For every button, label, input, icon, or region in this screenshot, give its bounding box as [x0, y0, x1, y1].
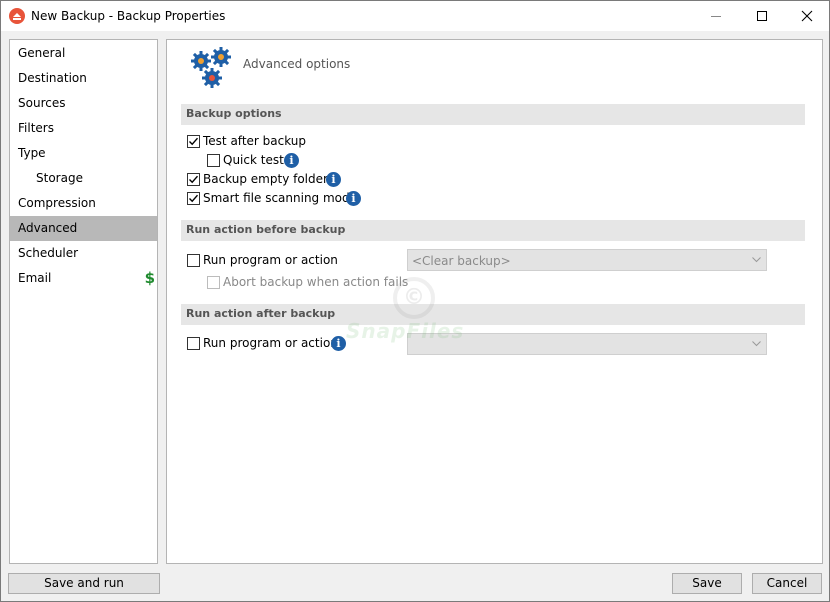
sidebar-item-advanced[interactable]: Advanced [10, 216, 157, 241]
checkbox-label: Backup empty folders [203, 172, 335, 186]
quick-test-checkbox[interactable]: Quick test i [207, 152, 337, 170]
checkbox-label: Quick test [223, 153, 284, 167]
run-program-before-checkbox[interactable]: Run program or action [187, 252, 357, 270]
backup-properties-window: New Backup - Backup Properties General D… [0, 0, 830, 602]
sidebar-item-storage[interactable]: Storage [10, 166, 157, 191]
app-logo-icon [9, 8, 25, 24]
checkbox-box[interactable] [187, 173, 200, 186]
checkbox-box[interactable] [187, 135, 200, 148]
copyright-watermark-icon: © [393, 277, 435, 319]
page-title: Advanced options [243, 57, 351, 71]
section-title: Run action before backup [186, 223, 346, 236]
maximize-button[interactable] [739, 1, 785, 31]
checkbox-label: Abort backup when action fails [223, 275, 409, 289]
section-header-backup-options: Backup options [181, 104, 805, 125]
sidebar-item-label: Email [18, 271, 52, 285]
checkbox-label: Test after backup [203, 134, 307, 148]
section-title: Backup options [186, 107, 282, 120]
sidebar-item-email[interactable]: Email $ [10, 266, 157, 291]
chevron-down-icon [752, 341, 761, 347]
sidebar-item-destination[interactable]: Destination [10, 66, 157, 91]
title-bar: New Backup - Backup Properties [1, 1, 829, 31]
sidebar-item-general[interactable]: General [10, 41, 157, 66]
info-icon[interactable]: i [331, 336, 346, 351]
checkmark-icon [189, 137, 199, 146]
checkbox-label: Run program or action [203, 253, 338, 267]
chevron-down-icon [752, 257, 761, 263]
cancel-button[interactable]: Cancel [752, 573, 822, 594]
sidebar-item-compression[interactable]: Compression [10, 191, 157, 216]
close-button[interactable] [784, 1, 830, 31]
close-icon [801, 10, 813, 22]
minimize-button[interactable] [693, 1, 739, 31]
sidebar-item-filters[interactable]: Filters [10, 116, 157, 141]
gears-icon [191, 47, 231, 88]
save-and-run-button[interactable]: Save and run [8, 573, 160, 594]
checkmark-icon [189, 194, 199, 203]
sidebar-nav: General Destination Sources Filters Type… [9, 39, 158, 564]
sidebar-item-scheduler[interactable]: Scheduler [10, 241, 157, 266]
abort-on-fail-checkbox[interactable]: Abort backup when action fails [207, 274, 409, 292]
section-header-run-after: Run action after backup [181, 304, 805, 325]
checkbox-box[interactable] [187, 337, 200, 350]
info-icon[interactable]: i [326, 172, 341, 187]
maximize-icon [757, 11, 767, 21]
test-after-backup-checkbox[interactable]: Test after backup [187, 133, 347, 151]
section-title: Run action after backup [186, 307, 336, 320]
smart-file-scanning-checkbox[interactable]: Smart file scanning mode i [187, 190, 387, 208]
minimize-icon [711, 16, 721, 17]
advanced-options-panel: Advanced options Backup options Test aft… [166, 39, 823, 564]
checkbox-box[interactable] [187, 192, 200, 205]
checkbox-box[interactable] [187, 254, 200, 267]
sidebar-item-type[interactable]: Type [10, 141, 157, 166]
before-action-select[interactable]: <Clear backup> [407, 249, 767, 271]
checkmark-icon [189, 175, 199, 184]
run-program-after-checkbox[interactable]: Run program or action i [187, 335, 357, 353]
window-title: New Backup - Backup Properties [31, 9, 226, 23]
checkbox-label: Smart file scanning mode [203, 191, 358, 205]
select-value: <Clear backup> [412, 254, 511, 268]
sidebar-item-sources[interactable]: Sources [10, 91, 157, 116]
checkbox-box[interactable] [207, 154, 220, 167]
info-icon[interactable]: i [346, 191, 361, 206]
info-icon[interactable]: i [284, 153, 299, 168]
backup-empty-folders-checkbox[interactable]: Backup empty folders i [187, 171, 367, 189]
checkbox-box[interactable] [207, 276, 220, 289]
save-button[interactable]: Save [672, 573, 742, 594]
checkbox-label: Run program or action [203, 336, 338, 350]
dollar-icon: $ [144, 269, 155, 287]
section-header-run-before: Run action before backup [181, 220, 805, 241]
watermark: SnapFiles [346, 319, 465, 343]
